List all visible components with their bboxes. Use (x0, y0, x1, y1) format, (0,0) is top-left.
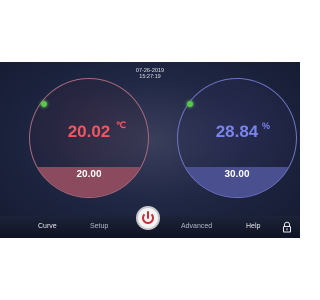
temperature-status-dot (41, 101, 47, 107)
humidity-value: 28.84 (215, 122, 259, 141)
nav-setup[interactable]: Setup (90, 222, 108, 231)
temperature-dial[interactable]: 20.02 ℃ 20.00 (29, 78, 149, 198)
lock-icon[interactable] (281, 221, 293, 233)
temperature-setpoint[interactable]: 20.00 (30, 169, 148, 180)
humidity-status-dot (187, 101, 193, 107)
nav-help[interactable]: Help (246, 222, 260, 231)
humidity-unit: % (262, 121, 271, 131)
temperature-value: 20.02 (67, 122, 111, 141)
humidity-setpoint[interactable]: 30.00 (178, 169, 296, 180)
temperature-unit: ℃ (116, 120, 127, 130)
humidity-dial[interactable]: 28.84 % 30.00 (177, 78, 297, 198)
time-label: 15:27:19 (139, 74, 161, 80)
nav-curve[interactable]: Curve (38, 222, 57, 231)
power-button[interactable] (136, 206, 160, 230)
nav-advanced[interactable]: Advanced (181, 222, 212, 231)
